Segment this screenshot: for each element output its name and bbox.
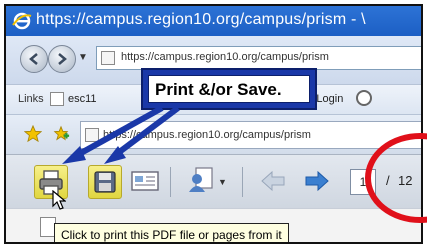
next-page-button[interactable] [304, 169, 330, 193]
link-esc11[interactable]: esc11 [68, 93, 97, 105]
print-tooltip: Click to print this PDF file or pages fr… [54, 223, 289, 242]
favorites-tab-row: https://campus.region10.org/campus/prism [6, 114, 421, 155]
browser-tab[interactable]: https://campus.region10.org/campus/prism [80, 121, 421, 149]
next-page-arrow-icon [305, 170, 329, 192]
callout-box: Print &/or Save. [141, 68, 317, 110]
mouse-cursor-icon [52, 190, 66, 210]
toolbar-separator [242, 167, 243, 197]
link-extra-icon[interactable] [356, 90, 372, 106]
page-icon [101, 51, 115, 65]
page-total: 12 [398, 173, 413, 188]
page-separator: / [386, 173, 390, 188]
star-icon[interactable] [24, 125, 42, 143]
screenshot-frame: https://campus.region10.org/campus/prism… [4, 4, 423, 244]
address-bar[interactable]: https://campus.region10.org/campus/prism [96, 46, 421, 70]
pdf-toolbar: ▼ 1 / 12 [6, 154, 421, 209]
review-button[interactable] [186, 165, 216, 195]
window-title-bar: https://campus.region10.org/campus/prism… [6, 6, 421, 36]
tab-page-icon [85, 128, 99, 142]
toolbar-separator [170, 167, 171, 197]
save-button[interactable] [88, 165, 122, 199]
forward-arrow-icon [58, 53, 67, 65]
page-number-input[interactable]: 1 [350, 169, 376, 195]
email-button[interactable] [130, 169, 160, 193]
link-page-icon [50, 92, 64, 106]
links-label: Links [18, 93, 44, 105]
review-user-icon [189, 167, 213, 192]
document-area: Click to print this PDF file or pages fr… [6, 208, 421, 242]
previous-page-arrow-icon [261, 170, 285, 192]
address-url: https://campus.region10.org/campus/prism [121, 51, 329, 63]
back-arrow-icon [29, 53, 38, 65]
review-dropdown-icon[interactable]: ▼ [218, 177, 227, 187]
email-icon [131, 171, 159, 191]
callout-text: Print &/or Save. [148, 75, 310, 103]
previous-page-button[interactable] [260, 169, 286, 193]
tab-title: https://campus.region10.org/campus/prism [103, 129, 311, 141]
floppy-disk-icon [94, 171, 116, 193]
window-title: https://campus.region10.org/campus/prism… [36, 11, 366, 28]
back-button[interactable] [20, 45, 48, 73]
add-favorite-icon[interactable] [52, 125, 70, 143]
ie-logo-icon [12, 12, 32, 30]
history-dropdown-icon[interactable]: ▼ [78, 52, 88, 63]
forward-button[interactable] [48, 45, 76, 73]
